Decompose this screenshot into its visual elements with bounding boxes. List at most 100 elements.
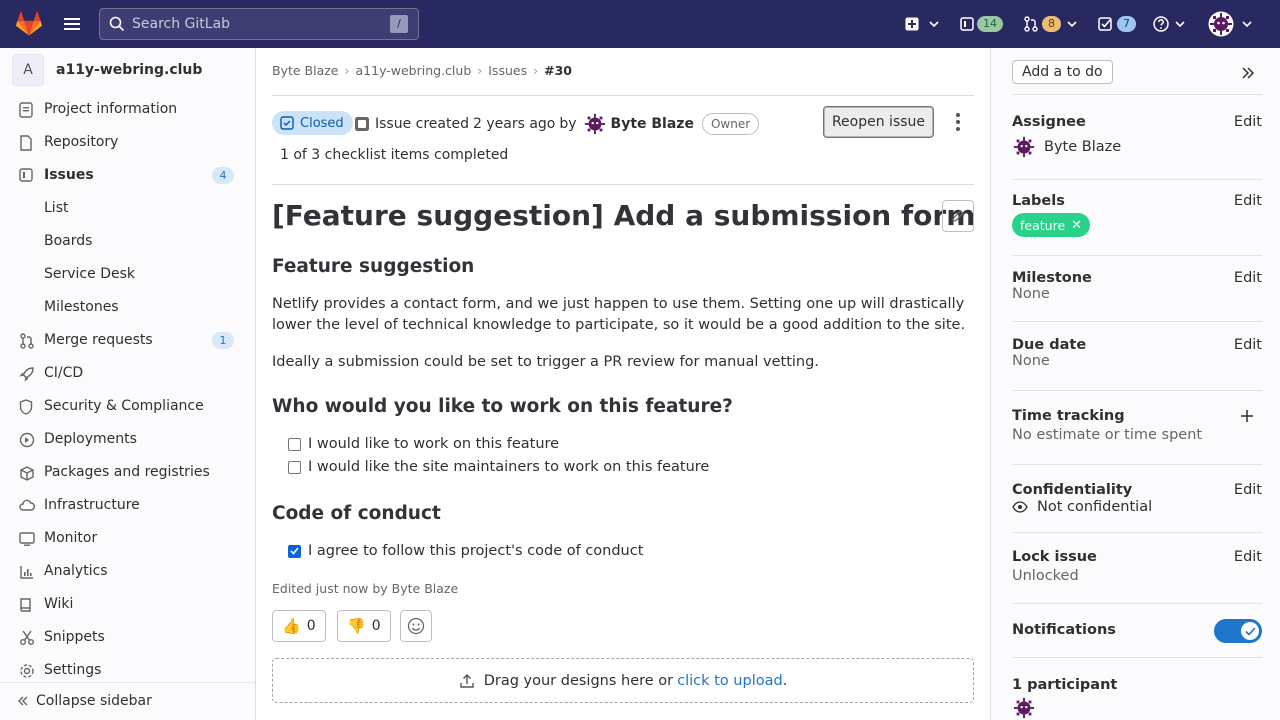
issue-meta: Issue created 2 years ago by Byte Blaze … — [354, 112, 760, 136]
sidebar-item-wiki[interactable]: Wiki — [0, 588, 255, 621]
thumbs-down-icon: 👎 — [347, 617, 366, 635]
task-checkbox-checked[interactable] — [288, 544, 301, 558]
edit-confidentiality-link[interactable]: Edit — [1234, 482, 1262, 498]
chevron-right-icon: › — [533, 63, 539, 78]
create-new-button[interactable] — [905, 12, 939, 36]
edited-note: Edited just now by Byte Blaze — [272, 581, 459, 596]
chevron-down-icon — [929, 21, 939, 27]
design-upload-dropzone[interactable]: Drag your designs here or click to uploa… — [272, 658, 974, 703]
add-time-icon[interactable] — [1240, 409, 1254, 423]
sidebar-item-packages-registries[interactable]: Packages and registries — [0, 456, 255, 489]
sidebar-item-label: Packages and registries — [44, 464, 210, 480]
sidebar-item-merge-requests[interactable]: Merge requests 1 — [0, 324, 255, 357]
milestone-value: None — [1012, 286, 1050, 302]
edit-due-date-link[interactable]: Edit — [1234, 337, 1262, 353]
breadcrumb-link[interactable]: Byte Blaze — [272, 63, 339, 78]
task-label: I agree to follow this project's code of… — [308, 543, 644, 559]
sidebar-item-security-compliance[interactable]: Security & Compliance — [0, 390, 255, 423]
thumbs-up-button[interactable]: 👍 0 — [272, 610, 326, 642]
reopen-issue-button[interactable]: Reopen issue — [823, 106, 934, 138]
dropzone-text: Drag your designs here or — [483, 672, 674, 689]
sidebar-item-project-information[interactable]: Project information — [0, 93, 255, 126]
shield-icon — [19, 399, 33, 415]
section-heading: Feature suggestion — [272, 256, 475, 277]
project-avatar: A — [12, 54, 44, 86]
pencil-icon — [951, 209, 965, 223]
menu-icon[interactable] — [61, 14, 83, 34]
top-navbar: Search GitLab / 14 8 7 — [0, 0, 1280, 48]
user-menu-button[interactable] — [1208, 11, 1252, 37]
edit-assignee-link[interactable]: Edit — [1234, 114, 1262, 130]
sidebar-item-infrastructure[interactable]: Infrastructure — [0, 489, 255, 522]
sidebar-item-label: CI/CD — [44, 365, 84, 381]
time-tracking-heading: Time tracking — [1012, 408, 1125, 424]
sidebar-item-ci-cd[interactable]: CI/CD — [0, 357, 255, 390]
task-item[interactable]: I would like the site maintainers to wor… — [288, 459, 709, 475]
project-name: a11y-webring.club — [56, 62, 203, 78]
divider — [272, 95, 974, 96]
created-time[interactable]: 2 years ago — [473, 116, 555, 132]
breadcrumb-current[interactable]: #30 — [544, 63, 572, 78]
label-pill[interactable]: feature ✕ — [1012, 213, 1091, 237]
collapse-sidebar-button[interactable]: Collapse sidebar — [0, 682, 255, 720]
add-todo-button[interactable]: Add a to do — [1012, 60, 1113, 84]
sidebar-item-repository[interactable]: Repository — [0, 126, 255, 159]
breadcrumb-link[interactable]: Issues — [488, 63, 527, 78]
issues-counter-button[interactable]: 14 — [960, 12, 1003, 36]
author-name[interactable]: Byte Blaze — [611, 116, 694, 132]
notifications-toggle[interactable] — [1214, 619, 1262, 643]
edit-lock-link[interactable]: Edit — [1234, 549, 1262, 565]
sidebar-subitem-milestones[interactable]: Milestones — [0, 291, 255, 324]
collapse-right-sidebar-icon[interactable] — [1241, 66, 1255, 80]
confidentiality-heading: Confidentiality — [1012, 482, 1133, 498]
divider — [272, 184, 974, 185]
issues-icon — [960, 17, 974, 31]
todos-button[interactable]: 7 — [1098, 12, 1136, 36]
help-button[interactable] — [1153, 12, 1185, 36]
status-text: Closed — [300, 115, 344, 131]
edit-labels-link[interactable]: Edit — [1234, 193, 1262, 209]
sidebar-item-label: Milestones — [44, 299, 119, 315]
sidebar-item-deployments[interactable]: Deployments — [0, 423, 255, 456]
confidentiality-value: Not confidential — [1037, 499, 1153, 515]
sidebar-item-snippets[interactable]: Snippets — [0, 621, 255, 654]
sidebar-item-analytics[interactable]: Analytics — [0, 555, 255, 588]
milestone-heading: Milestone — [1012, 270, 1092, 286]
task-checkbox[interactable] — [288, 437, 301, 451]
assignee-user[interactable]: Byte Blaze — [1012, 135, 1262, 159]
task-checkbox[interactable] — [288, 460, 301, 474]
sidebar-item-monitor[interactable]: Monitor — [0, 522, 255, 555]
breadcrumb-link[interactable]: a11y-webring.club — [356, 63, 472, 78]
time-tracking-section: Time tracking No estimate or time spent — [1012, 408, 1262, 443]
sidebar-item-label: Deployments — [44, 431, 137, 447]
more-actions-icon[interactable] — [948, 110, 968, 134]
participant-avatar[interactable] — [1012, 696, 1262, 720]
author-avatar[interactable] — [583, 112, 607, 136]
chevron-down-icon — [1175, 21, 1185, 27]
merge-requests-count-badge: 8 — [1042, 16, 1061, 32]
search-input[interactable]: Search GitLab / — [99, 8, 419, 40]
thumbs-down-button[interactable]: 👎 0 — [337, 610, 391, 642]
double-chevron-left-icon — [17, 695, 29, 707]
task-item[interactable]: I would like to work on this feature — [288, 436, 559, 452]
edit-milestone-link[interactable]: Edit — [1234, 270, 1262, 286]
merge-requests-button[interactable]: 8 — [1023, 12, 1077, 36]
remove-label-icon[interactable]: ✕ — [1071, 218, 1082, 233]
sidebar-subitem-list[interactable]: List — [0, 192, 255, 225]
task-label: I would like the site maintainers to wor… — [308, 459, 710, 475]
issues-count-badge: 14 — [977, 16, 1003, 32]
sidebar-item-issues[interactable]: Issues 4 — [0, 159, 255, 192]
thumbs-up-count: 0 — [306, 618, 316, 634]
sidebar-subitem-boards[interactable]: Boards — [0, 225, 255, 258]
participants-section: 1 participant — [1012, 677, 1262, 720]
cloud-icon — [19, 498, 35, 514]
gitlab-logo-icon[interactable] — [16, 11, 42, 36]
task-item[interactable]: I agree to follow this project's code of… — [288, 543, 643, 559]
add-reaction-button[interactable] — [400, 610, 432, 642]
click-to-upload-link[interactable]: click to upload — [677, 673, 783, 689]
assignee-name: Byte Blaze — [1044, 139, 1122, 155]
edit-title-button[interactable] — [942, 200, 974, 232]
project-header[interactable]: A a11y-webring.club — [12, 54, 202, 86]
sidebar-subitem-service-desk[interactable]: Service Desk — [0, 258, 255, 291]
assignee-section: Assignee Edit Byte Blaze — [1012, 114, 1262, 159]
